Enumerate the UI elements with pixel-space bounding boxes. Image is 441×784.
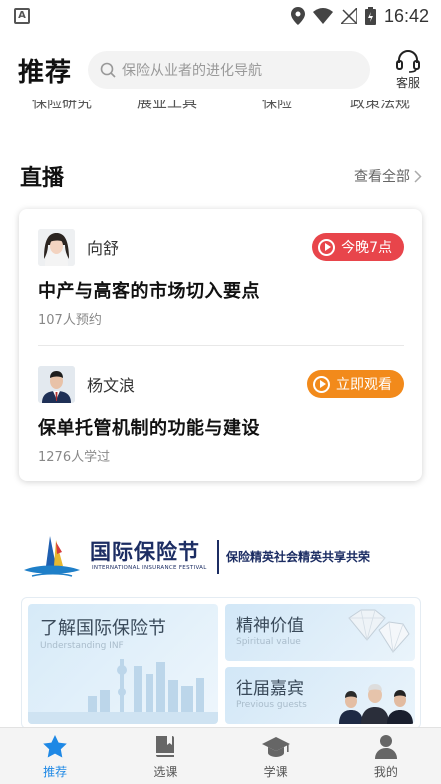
badge-label: 立即观看: [336, 377, 392, 393]
nav-label: 选课: [153, 765, 178, 779]
festival-banner[interactable]: 国际保险节 INTERNATIONAL INSURANCE FESTIVAL 保…: [0, 530, 441, 582]
festival-tiles: 了解国际保险节 Understanding INF 精神价值 Spiritual…: [21, 597, 421, 729]
nav-label: 学课: [263, 765, 288, 779]
festival-logo: [24, 536, 80, 577]
host-avatar: [38, 365, 75, 403]
live-card: 向舒 今晚7点 中产与高客的市场切入要点 107人预约 杨文浪 立即观看 保单托…: [19, 209, 422, 481]
chevron-right-icon: [414, 169, 422, 183]
watch-now-button[interactable]: 立即观看: [307, 370, 404, 398]
bottom-nav: 推荐 选课 学课 我的: [0, 727, 441, 784]
notification-icon: A: [14, 8, 30, 24]
customer-service-label: 客服: [395, 76, 420, 90]
header: 推荐 保险从业者的进化导航 客服: [0, 40, 441, 100]
festival-name: 国际保险节: [90, 539, 200, 564]
live-meta: 107人预约: [38, 313, 102, 328]
search-placeholder: 保险从业者的进化导航: [122, 63, 263, 79]
page-title: 推荐: [18, 57, 73, 88]
nav-item-recommend[interactable]: 推荐: [0, 728, 110, 784]
host-avatar: [38, 228, 75, 266]
tile-previous-guests[interactable]: 往届嘉宾 Previous guests: [225, 667, 415, 724]
live-title: 保单托管机制的功能与建设: [38, 418, 260, 439]
nav-item-select-course[interactable]: 选课: [110, 728, 220, 784]
tile-subtitle: Spiritual value: [236, 637, 301, 647]
play-icon: [318, 238, 336, 256]
live-badge-scheduled[interactable]: 今晚7点: [312, 233, 404, 261]
play-icon: [313, 375, 330, 393]
live-section-header: 直播 查看全部: [20, 160, 422, 192]
festival-name-en: INTERNATIONAL INSURANCE FESTIVAL: [92, 565, 207, 571]
live-item[interactable]: 向舒 今晚7点 中产与高客的市场切入要点 107人预约: [19, 209, 422, 345]
tile-title: 精神价值: [236, 616, 304, 636]
live-meta: 1276人学过: [38, 450, 111, 465]
graduation-cap-icon: [261, 737, 290, 757]
live-item[interactable]: 杨文浪 立即观看 保单托管机制的功能与建设 1276人学过: [19, 346, 422, 482]
see-all-link[interactable]: 查看全部: [354, 166, 422, 186]
nav-item-mine[interactable]: 我的: [331, 728, 441, 784]
see-all-label: 查看全部: [354, 169, 410, 185]
headset-icon: [396, 50, 420, 73]
nav-item-study[interactable]: 学课: [221, 728, 331, 784]
person-icon: [374, 735, 397, 759]
tile-spiritual-value[interactable]: 精神价值 Spiritual value: [225, 604, 415, 661]
status-time: 16:42: [383, 5, 429, 26]
book-icon: [156, 736, 175, 757]
category-label[interactable]: 保险研究: [32, 100, 92, 112]
guests-illustration: [339, 684, 413, 724]
live-section-title: 直播: [20, 166, 65, 191]
festival-slogan: 保险精英社会精英共享共荣: [226, 550, 371, 564]
category-row-partial: 保险研究 展业工具 保险 政策法规: [0, 100, 441, 114]
tile-subtitle: Understanding INF: [40, 641, 124, 651]
star-icon: [43, 735, 67, 758]
category-label[interactable]: 保险: [262, 100, 292, 112]
diamond-illustration: [348, 609, 410, 653]
host-name: 杨文浪: [87, 376, 136, 395]
host-name: 向舒: [87, 239, 120, 258]
tile-title: 了解国际保险节: [40, 618, 166, 639]
battery-charging-icon: [364, 7, 376, 25]
status-bar: A 16:42: [0, 0, 441, 32]
tile-title: 往届嘉宾: [236, 679, 304, 699]
nav-label: 我的: [373, 765, 398, 779]
wifi-icon: [312, 8, 333, 24]
tile-subtitle: Previous guests: [236, 700, 307, 710]
badge-label: 今晚7点: [341, 240, 392, 256]
nav-label: 推荐: [43, 765, 68, 779]
search-input[interactable]: 保险从业者的进化导航: [88, 51, 371, 89]
search-icon: [100, 62, 116, 78]
divider: [217, 540, 219, 574]
no-signal-icon: [340, 8, 357, 24]
customer-service-button[interactable]: 客服: [391, 49, 425, 91]
location-icon: [290, 7, 305, 25]
category-label[interactable]: 政策法规: [350, 100, 410, 112]
tile-understand-festival[interactable]: 了解国际保险节 Understanding INF: [28, 604, 218, 724]
live-title: 中产与高客的市场切入要点: [38, 281, 260, 302]
category-label[interactable]: 展业工具: [137, 100, 197, 112]
